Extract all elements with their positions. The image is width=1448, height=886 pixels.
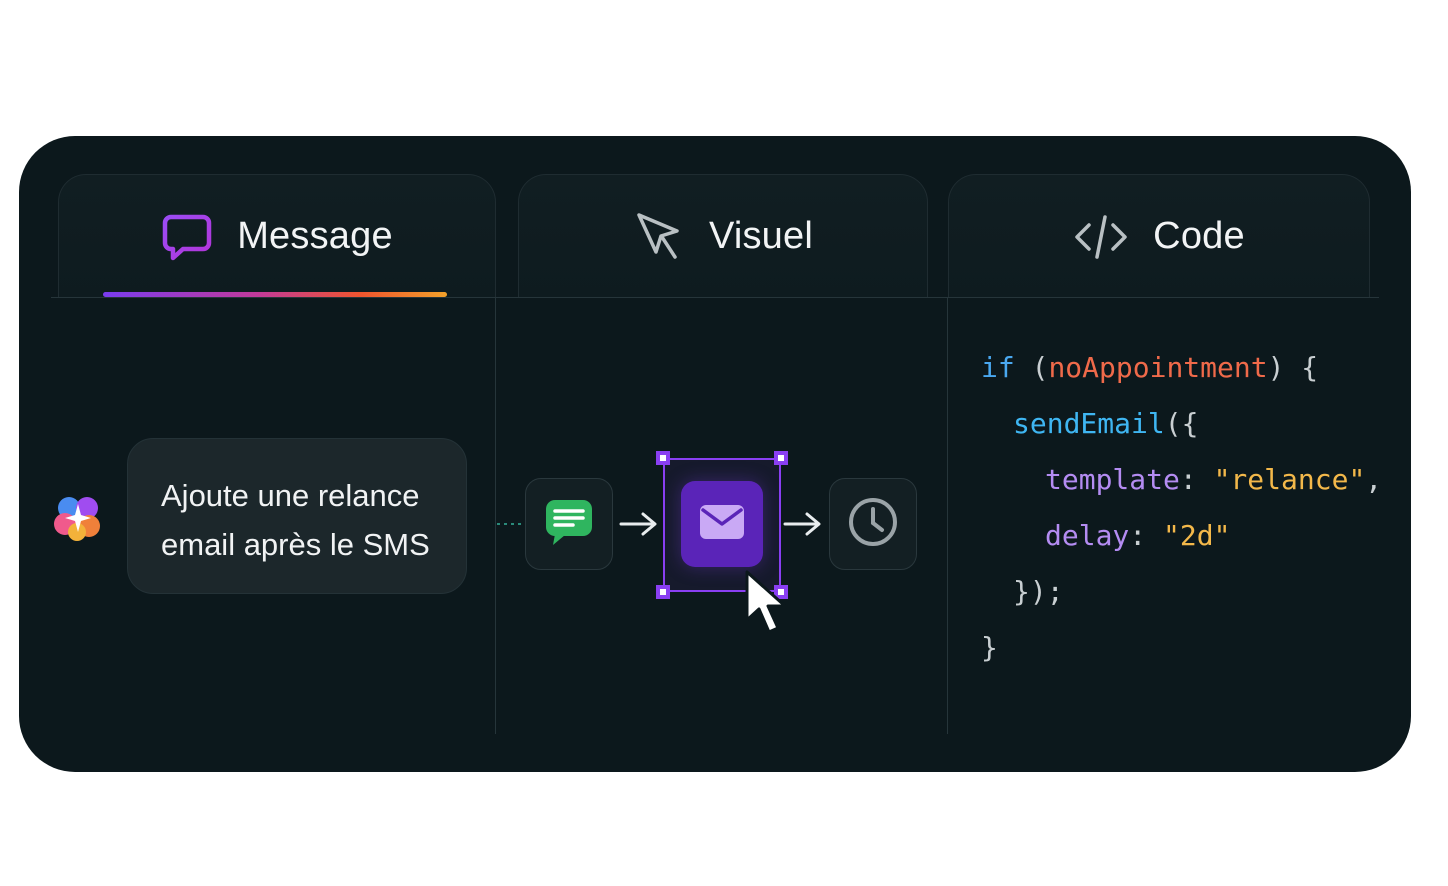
- arrow-right-icon: [783, 512, 821, 536]
- code-line: delay: "2d": [1045, 519, 1231, 552]
- panel-divider: [495, 298, 496, 734]
- workflow-node-sms[interactable]: [525, 478, 613, 570]
- mouse-pointer-icon: [743, 568, 799, 643]
- resize-handle[interactable]: [774, 451, 788, 465]
- connector-line: [497, 523, 523, 525]
- panel-divider: [947, 298, 948, 734]
- arrow-right-icon: [619, 512, 657, 536]
- code-line: }: [981, 631, 998, 664]
- chat-bubble-icon: [161, 211, 213, 263]
- prompt-text-line: Ajoute une relance: [161, 478, 420, 513]
- tabs-divider: [51, 297, 1379, 298]
- tab-label: Code: [1153, 215, 1245, 257]
- ai-sparkle-logo-icon: [49, 490, 107, 551]
- cursor-arrow-icon: [633, 211, 685, 263]
- code-line: });: [1013, 575, 1064, 608]
- tab-visuel[interactable]: Visuel: [518, 174, 928, 298]
- prompt-message-bubble: Ajoute une relance email après le SMS: [127, 438, 467, 594]
- code-line: sendEmail({: [1013, 407, 1199, 440]
- code-line: template: "relance",: [1045, 463, 1383, 496]
- email-envelope-icon: [699, 504, 745, 545]
- prompt-text-line: email après le SMS: [161, 527, 430, 562]
- code-brackets-icon: [1073, 211, 1129, 263]
- tab-label: Message: [237, 215, 393, 257]
- code-line: if (noAppointment) {: [981, 351, 1319, 384]
- resize-handle[interactable]: [656, 451, 670, 465]
- sms-message-icon: [543, 496, 595, 553]
- resize-handle[interactable]: [656, 585, 670, 599]
- tab-code[interactable]: Code: [948, 174, 1370, 298]
- tab-label: Visuel: [708, 215, 813, 257]
- feature-card: Message Visuel Code Ajoute une relance e…: [19, 136, 1411, 772]
- workflow-node-delay[interactable]: [829, 478, 917, 570]
- workflow-node-email[interactable]: [681, 481, 763, 567]
- clock-icon: [846, 495, 900, 554]
- tab-message[interactable]: Message: [58, 174, 496, 298]
